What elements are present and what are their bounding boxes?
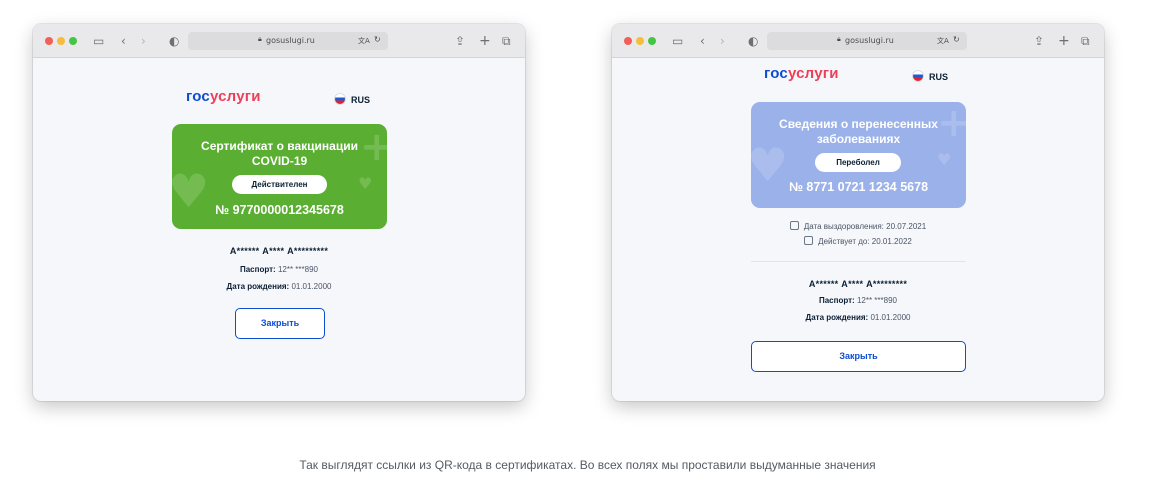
address-bar[interactable]: 🔒︎ gosuslugi.ru 文A ↻ [188,32,388,50]
close-window-button[interactable] [45,37,53,45]
maximize-window-button[interactable] [648,37,656,45]
status-badge: Действителен [232,175,327,194]
certificate-title-line2: заболеваниях [816,132,901,146]
new-tab-icon[interactable]: + [479,31,491,51]
passport-row: Паспорт: 12** ***890 [612,296,1104,305]
close-button[interactable]: Закрыть [751,341,966,372]
address-url: gosuslugi.ru [845,36,894,45]
heart-decor-icon: ♥ [358,174,373,193]
logo-part-gos: гос [764,65,788,82]
figure-caption: Так выглядят ссылки из QR-кода в сертифи… [299,458,876,472]
back-icon[interactable]: ‹ [700,31,705,51]
browser-toolbar: ▭ ‹ › ◐ 🔒︎ gosuslugi.ru 文A ↻ ⇪ + ⧉ [612,24,1104,58]
certificate-number: № 9770000012345678 [215,203,344,217]
minimize-window-button[interactable] [57,37,65,45]
new-tab-icon[interactable]: + [1058,31,1070,51]
browser-window-right: ▭ ‹ › ◐ 🔒︎ gosuslugi.ru 文A ↻ ⇪ + ⧉ госус… [612,24,1104,401]
valid-until-value: 20.01.2022 [871,237,912,246]
gosuslugi-logo[interactable]: госуслуги [764,65,839,82]
certificate-title-line2: COVID-19 [251,154,308,168]
shield-icon[interactable]: ◐ [169,31,179,51]
birth-date-value: 01.01.2000 [870,313,911,322]
passport-label: Паспорт: [239,265,276,274]
birth-date-label: Дата рождения: [805,313,869,322]
minimize-window-button[interactable] [636,37,644,45]
calendar-icon [804,236,814,245]
share-icon[interactable]: ⇪ [1034,31,1044,51]
browser-window-left: ▭ ‹ › ◐ 🔒︎ gosuslugi.ru 文A ↻ ⇪ + ⧉ госус… [33,24,525,401]
language-label: RUS [351,95,371,105]
vaccination-certificate-card: ♥ + ♥ Сертификат о вакцинации COVID-19 Д… [172,124,387,229]
address-bar[interactable]: 🔒︎ gosuslugi.ru 文A ↻ [767,32,967,50]
russia-flag-icon [912,70,924,82]
birth-date-row: Дата рождения: 01.01.2000 [33,282,525,291]
tabs-overview-icon[interactable]: ⧉ [502,31,511,51]
address-url: gosuslugi.ru [266,36,315,45]
forward-icon[interactable]: › [720,31,725,51]
recovery-date-label: Дата выздоровления: [803,222,884,231]
sidebar-toggle-icon[interactable]: ▭ [93,31,104,51]
language-switcher[interactable]: RUS [334,93,370,105]
language-switcher[interactable]: RUS [912,70,948,82]
shield-icon[interactable]: ◐ [748,31,758,51]
certificate-title-line1: Сведения о перенесенных [779,117,938,131]
browser-toolbar: ▭ ‹ › ◐ 🔒︎ gosuslugi.ru 文A ↻ ⇪ + ⧉ [33,24,525,58]
logo-part-gos: гос [186,88,210,105]
birth-date-value: 01.01.2000 [291,282,332,291]
maximize-window-button[interactable] [69,37,77,45]
lock-icon: 🔒︎ [258,35,262,43]
logo-part-uslugi: услуги [787,65,839,82]
language-label: RUS [929,72,949,82]
calendar-icon [789,221,799,230]
reload-icon[interactable]: ↻ [374,35,381,44]
status-badge: Переболел [815,153,901,172]
page-content: госуслуги RUS ♥ + ♥ Сведения о перенесен… [612,58,1104,401]
logo-part-uslugi: услуги [209,88,261,105]
gosuslugi-logo[interactable]: госуслуги [186,88,261,105]
translate-icon[interactable]: 文A [358,36,370,46]
valid-until-row: Действует до: 20.01.2022 [612,236,1104,246]
tabs-overview-icon[interactable]: ⧉ [1081,31,1090,51]
passport-label: Паспорт: [818,296,855,305]
back-icon[interactable]: ‹ [121,31,126,51]
passport-row: Паспорт: 12** ***890 [33,265,525,274]
recovery-date-value: 20.07.2021 [886,222,927,231]
share-icon[interactable]: ⇪ [455,31,465,51]
passport-value: 12** ***890 [856,296,897,305]
certificate-title-line1: Сертификат о вакцинации [201,139,358,153]
heart-decor-icon: ♥ [937,150,952,169]
birth-date-row: Дата рождения: 01.01.2000 [612,313,1104,322]
recovery-date-row: Дата выздоровления: 20.07.2021 [612,221,1104,231]
recovery-certificate-card: ♥ + ♥ Сведения о перенесенных заболевани… [751,102,966,208]
russia-flag-icon [334,93,346,105]
holder-name: А****** А**** А********* [229,246,329,256]
lock-icon: 🔒︎ [837,35,841,43]
divider [751,261,966,262]
page-content: госуслуги RUS ♥ + ♥ Сертификат о вакцина… [33,58,525,401]
valid-until-label: Действует до: [818,237,870,246]
sidebar-toggle-icon[interactable]: ▭ [672,31,683,51]
holder-name: А****** А**** А********* [808,279,908,289]
close-window-button[interactable] [624,37,632,45]
certificate-number: № 8771 0721 1234 5678 [788,180,929,194]
close-button[interactable]: Закрыть [235,308,325,339]
passport-value: 12** ***890 [277,265,318,274]
reload-icon[interactable]: ↻ [953,35,960,44]
translate-icon[interactable]: 文A [937,36,949,46]
birth-date-label: Дата рождения: [226,282,290,291]
forward-icon[interactable]: › [141,31,146,51]
